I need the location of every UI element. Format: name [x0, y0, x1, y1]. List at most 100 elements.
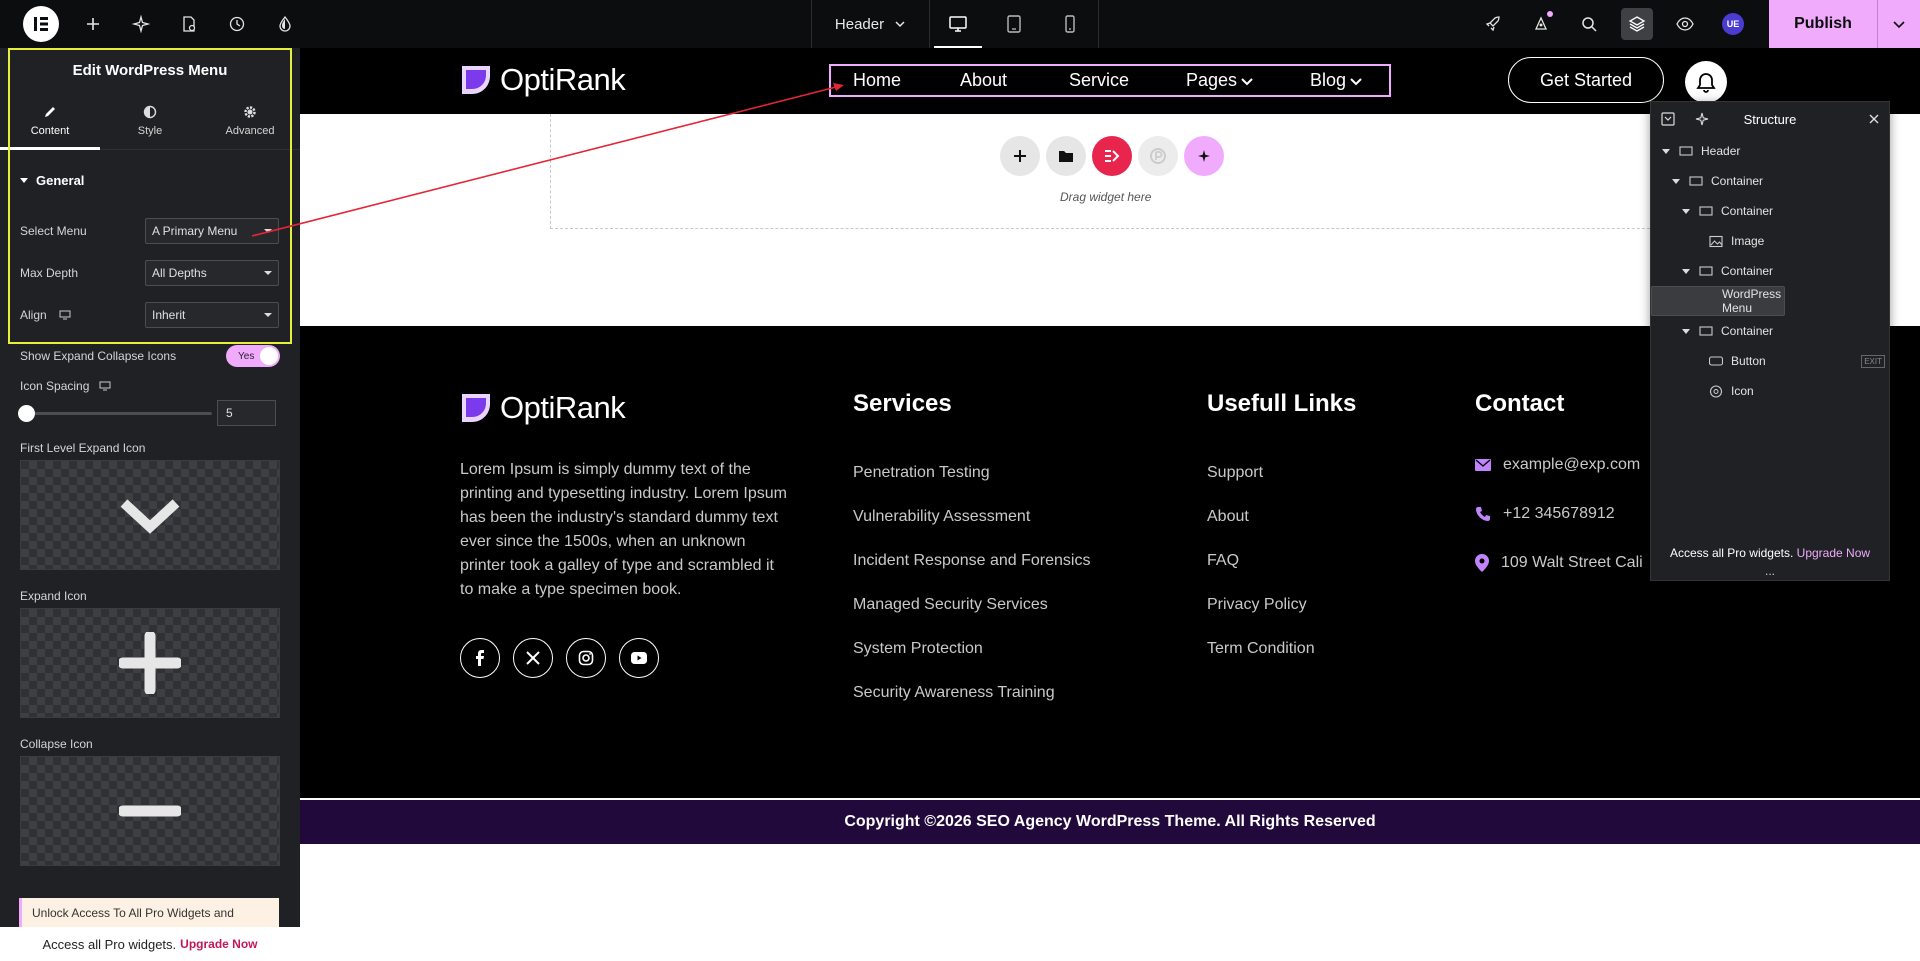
icon-spacing-slider[interactable]: [18, 404, 212, 422]
desktop-device-icon[interactable]: [930, 0, 986, 48]
menu-item-pages[interactable]: Pages: [1186, 70, 1253, 91]
select-menu-control: Select Menu A Primary Menu: [0, 210, 300, 252]
structure-item-label: Container: [1721, 324, 1774, 338]
upgrade-now-link[interactable]: Upgrade Now: [1797, 546, 1870, 560]
desktop-responsive-icon[interactable]: [59, 310, 71, 320]
bell-icon[interactable]: [1685, 61, 1727, 103]
ai-generate-button[interactable]: [1184, 136, 1224, 176]
service-link[interactable]: Penetration Testing: [853, 464, 1090, 508]
more-options-icon[interactable]: ...: [1651, 564, 1889, 578]
contact-title: Contact: [1475, 390, 1565, 417]
useful-link[interactable]: FAQ: [1207, 552, 1315, 596]
wordpress-menu-widget[interactable]: Home About Service Pages Blog: [829, 64, 1391, 97]
publish-button[interactable]: Publish: [1769, 0, 1877, 48]
search-icon[interactable]: [1565, 0, 1613, 48]
plugin-circle-icon: [1150, 148, 1166, 164]
template-library-button[interactable]: [1046, 136, 1086, 176]
structure-item[interactable]: Header: [1651, 136, 1889, 166]
minus-icon: [119, 805, 181, 817]
preview-eye-icon[interactable]: [1661, 0, 1709, 48]
history-icon[interactable]: [213, 0, 261, 48]
structure-panel: Structure Header Container Container Image C…: [1650, 101, 1890, 581]
structure-item[interactable]: Container: [1651, 316, 1889, 346]
launch-rocket-icon[interactable]: [1469, 0, 1517, 48]
panel-pro-footer: Access all Pro widgets. Upgrade Now: [0, 927, 300, 961]
upgrade-now-link[interactable]: Upgrade Now: [180, 937, 257, 951]
x-twitter-icon[interactable]: [513, 638, 553, 678]
max-depth-dropdown[interactable]: All Depths: [145, 260, 279, 286]
contact-phone[interactable]: +12 345678912: [1475, 505, 1615, 523]
add-element-icon[interactable]: [69, 0, 117, 48]
icon-spacing-input[interactable]: 5: [217, 400, 276, 426]
caret-down-icon[interactable]: [1661, 147, 1671, 155]
tab-content[interactable]: Content: [0, 92, 100, 150]
structure-layers-icon[interactable]: [1613, 0, 1661, 48]
service-link[interactable]: Security Awareness Training: [853, 684, 1090, 728]
theme-color-icon[interactable]: [261, 0, 309, 48]
structure-item[interactable]: Image: [1651, 226, 1889, 256]
user-avatar[interactable]: UE: [1709, 0, 1757, 48]
close-icon[interactable]: [1869, 114, 1879, 124]
slider-handle[interactable]: [18, 404, 35, 422]
notifications-icon[interactable]: [1517, 0, 1565, 48]
useful-links-list: Support About FAQ Privacy Policy Term Co…: [1207, 464, 1315, 684]
service-link[interactable]: Incident Response and Forensics: [853, 552, 1090, 596]
structure-item[interactable]: Container: [1651, 166, 1889, 196]
mobile-device-icon[interactable]: [1042, 0, 1098, 48]
contact-address[interactable]: 109 Walt Street Cali: [1475, 554, 1643, 572]
container-icon: [1689, 175, 1703, 188]
structure-item[interactable]: Container: [1651, 196, 1889, 226]
useful-links-title: Usefull Links: [1207, 390, 1357, 417]
page-settings-icon[interactable]: [165, 0, 213, 48]
get-started-button[interactable]: Get Started: [1508, 57, 1664, 103]
header-brand[interactable]: OptiRank: [460, 62, 626, 98]
menu-item-home[interactable]: Home: [853, 70, 901, 91]
tab-advanced[interactable]: Advanced: [200, 92, 300, 149]
elementor-logo-icon[interactable]: [23, 6, 59, 42]
service-link[interactable]: Managed Security Services: [853, 596, 1090, 640]
publish-options-button[interactable]: [1877, 0, 1920, 48]
wp-plugin-button[interactable]: [1138, 136, 1178, 176]
document-selector[interactable]: Header: [812, 0, 930, 48]
structure-item[interactable]: Container: [1651, 256, 1889, 286]
tablet-device-icon[interactable]: [986, 0, 1042, 48]
align-control: Align Inherit: [0, 294, 300, 336]
service-link[interactable]: System Protection: [853, 640, 1090, 684]
max-depth-label: Max Depth: [20, 266, 79, 280]
facebook-icon[interactable]: [460, 638, 500, 678]
drag-widget-hint: Drag widget here: [1060, 190, 1152, 204]
useful-link[interactable]: Privacy Policy: [1207, 596, 1315, 640]
show-expand-collapse-toggle[interactable]: Yes: [226, 345, 280, 367]
instagram-icon[interactable]: [566, 638, 606, 678]
structure-item[interactable]: Button EXIT: [1651, 346, 1889, 376]
menu-item-blog[interactable]: Blog: [1310, 70, 1362, 91]
pencil-icon: [45, 106, 55, 117]
tab-style[interactable]: Style: [100, 92, 200, 149]
caret-down-icon[interactable]: [1681, 267, 1691, 275]
youtube-icon[interactable]: [619, 638, 659, 678]
collapse-icon-picker[interactable]: [20, 756, 280, 866]
first-level-icon-picker[interactable]: [20, 460, 280, 570]
add-section-button[interactable]: [1000, 136, 1040, 176]
icon-spacing-label-row: Icon Spacing: [0, 374, 300, 398]
useful-link[interactable]: Support: [1207, 464, 1315, 508]
align-dropdown[interactable]: Inherit: [145, 302, 279, 328]
desktop-responsive-icon[interactable]: [99, 381, 111, 391]
structure-item[interactable]: Icon: [1651, 376, 1889, 406]
elementskit-button[interactable]: [1092, 136, 1132, 176]
section-general-toggle[interactable]: General: [0, 150, 300, 210]
service-link[interactable]: Vulnerability Assessment: [853, 508, 1090, 552]
menu-item-service[interactable]: Service: [1069, 70, 1129, 91]
select-menu-label: Select Menu: [20, 224, 87, 238]
useful-link[interactable]: Term Condition: [1207, 640, 1315, 684]
structure-item[interactable]: WordPress Menu: [1651, 286, 1785, 316]
contact-email[interactable]: example@exp.com: [1475, 456, 1640, 474]
menu-item-about[interactable]: About: [960, 70, 1007, 91]
caret-down-icon[interactable]: [1671, 177, 1681, 185]
useful-link[interactable]: About: [1207, 508, 1315, 552]
ai-sparkle-icon[interactable]: [117, 0, 165, 48]
caret-down-icon[interactable]: [1681, 207, 1691, 215]
expand-icon-picker[interactable]: [20, 608, 280, 718]
caret-down-icon[interactable]: [1681, 327, 1691, 335]
select-menu-dropdown[interactable]: A Primary Menu: [145, 218, 279, 244]
